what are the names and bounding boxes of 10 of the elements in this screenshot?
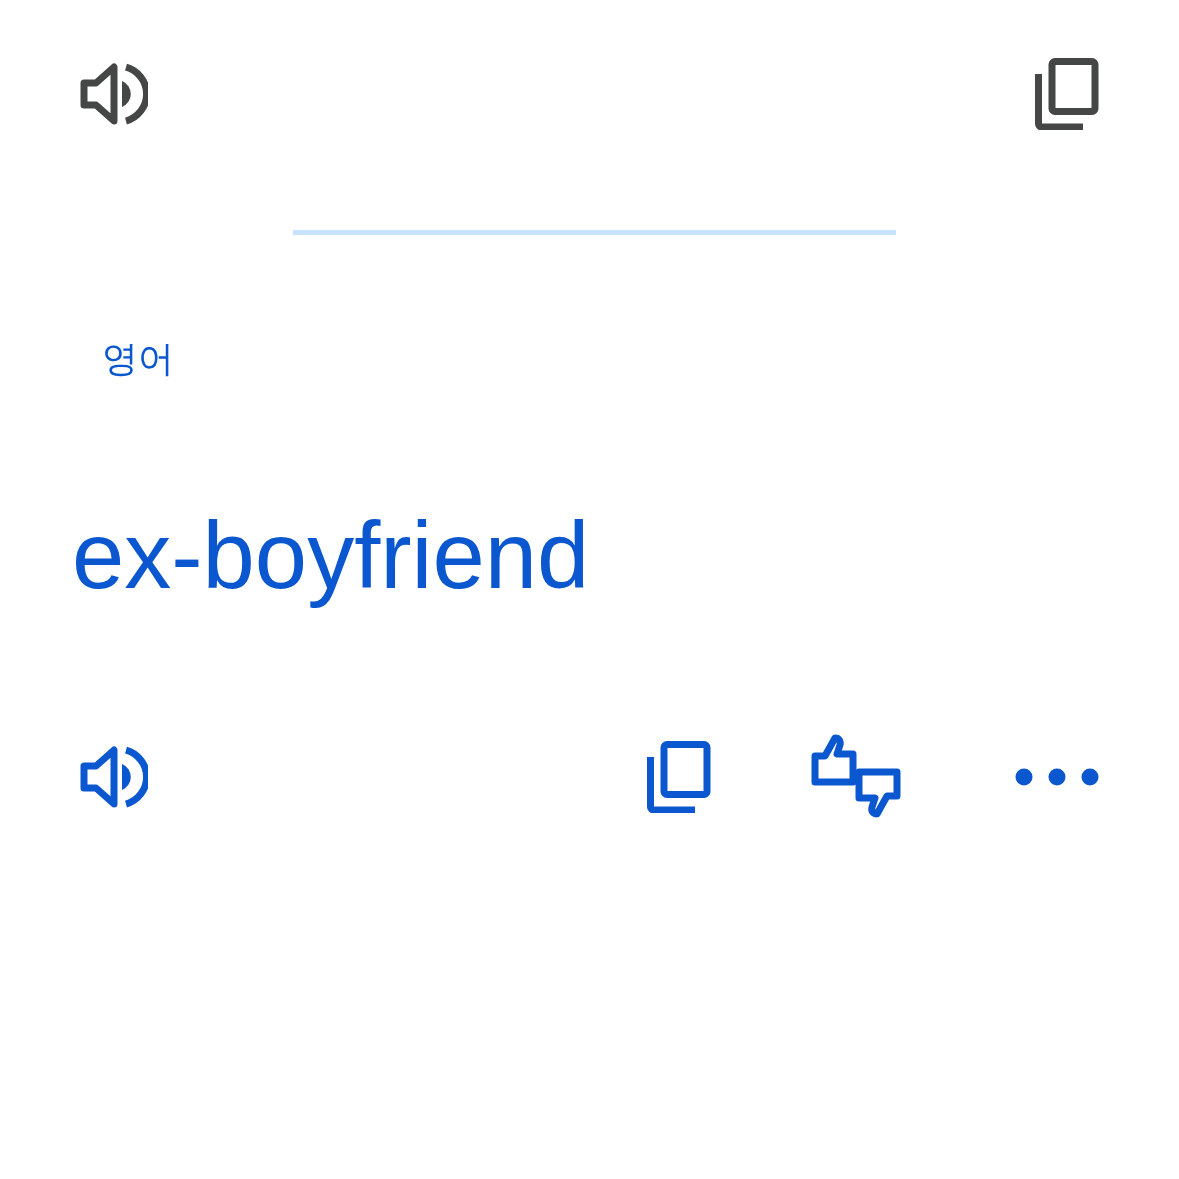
more-icon xyxy=(1015,767,1099,788)
listen-button[interactable] xyxy=(80,61,148,127)
speaker-icon xyxy=(80,61,148,127)
language-label: 영어 xyxy=(102,337,174,381)
copy-button[interactable] xyxy=(647,741,711,814)
copy-button[interactable] xyxy=(1035,58,1099,130)
more-button[interactable] xyxy=(1015,767,1099,788)
copy-icon xyxy=(647,741,711,814)
copy-icon xyxy=(1035,58,1099,130)
translation-text: ex-boyfriend xyxy=(72,504,590,608)
